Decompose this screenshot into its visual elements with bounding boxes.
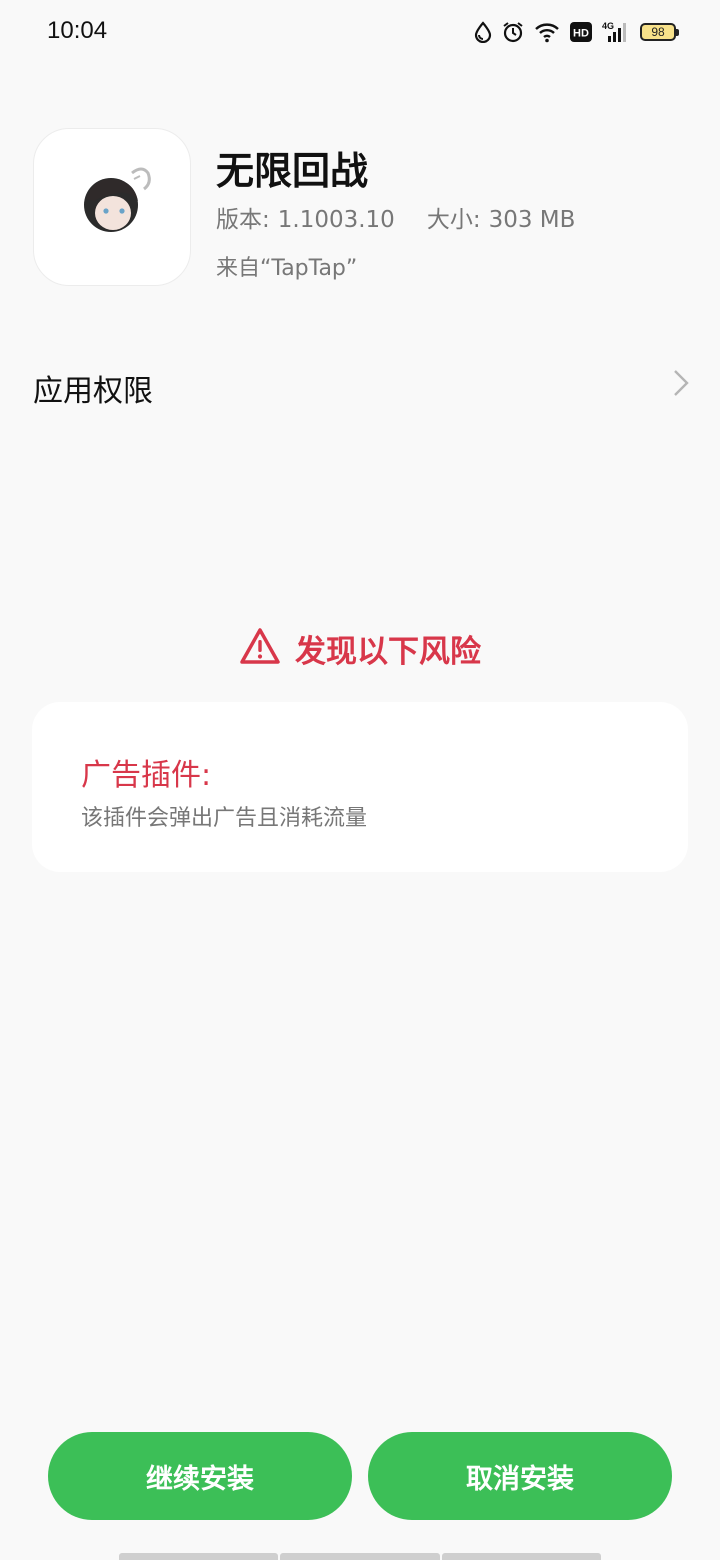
home-indicator[interactable]	[119, 1553, 601, 1560]
version-label: 版本:	[216, 207, 270, 233]
hd-icon: HD	[570, 22, 592, 42]
battery-level: 98	[651, 25, 665, 39]
app-meta: 版本: 1.1003.10 大小: 303 MB	[216, 200, 583, 234]
cancel-install-button[interactable]: 取消安装	[368, 1432, 672, 1520]
nav-segment	[280, 1553, 440, 1560]
signal-4g-icon: 4G	[602, 20, 630, 44]
risk-item-description: 该插件会弹出广告且消耗流量	[81, 806, 368, 831]
continue-install-button[interactable]: 继续安装	[48, 1432, 352, 1520]
drop-icon	[474, 21, 492, 43]
version-value: 1.1003.10	[277, 207, 395, 233]
status-bar: 10:04 HD 4G 98	[0, 0, 720, 64]
risk-item-title: 广告插件:	[81, 758, 212, 793]
app-icon	[33, 128, 191, 286]
status-icons: HD 4G 98	[474, 18, 679, 46]
network-type-text: 4G	[602, 21, 614, 31]
nav-segment	[119, 1553, 279, 1560]
warning-icon	[239, 627, 281, 669]
chevron-right-icon	[672, 368, 690, 402]
battery-icon: 98	[640, 23, 679, 41]
permissions-row[interactable]: 应用权限	[0, 350, 720, 420]
alarm-icon	[502, 21, 524, 43]
permissions-label: 应用权限	[33, 374, 153, 409]
wifi-icon	[534, 21, 560, 43]
app-avatar-image	[84, 167, 151, 232]
risk-title: 发现以下风险	[295, 633, 481, 670]
status-time: 10:04	[47, 17, 108, 44]
size-label: 大小:	[426, 207, 481, 233]
size-value: 303 MB	[488, 207, 576, 233]
risk-header: 发现以下风险	[0, 622, 720, 674]
hd-text: HD	[573, 28, 589, 40]
nav-segment	[441, 1553, 601, 1560]
risk-card: 广告插件: 该插件会弹出广告且消耗流量	[32, 702, 688, 872]
app-source: 来自“TapTap”	[216, 256, 358, 281]
app-name: 无限回战	[216, 149, 369, 193]
